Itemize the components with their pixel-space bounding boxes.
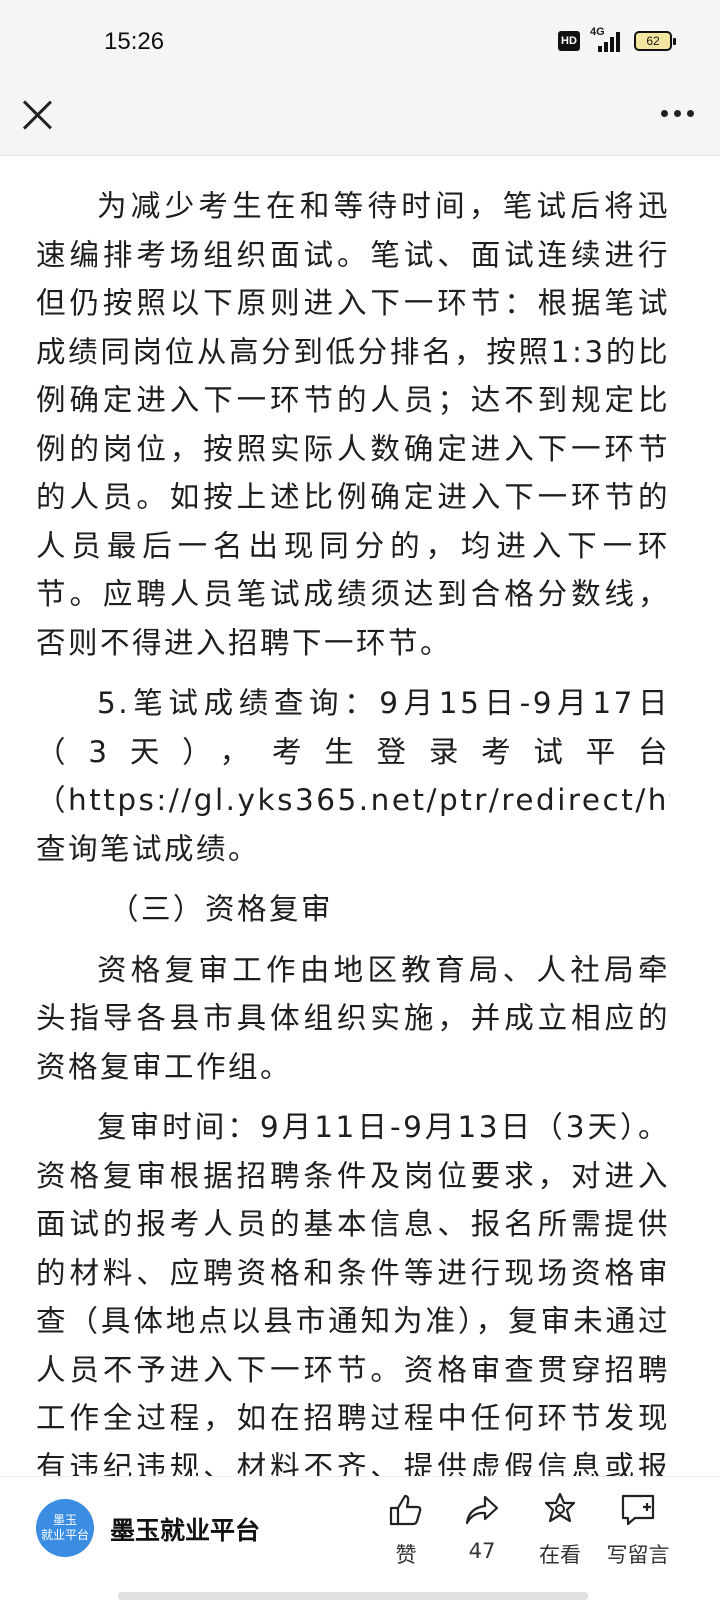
article-paragraph: 5.笔试成绩查询：9月15日-9月17日（3天），考生登录考试平台（https:… [36,686,670,866]
article-paragraph: 为减少考生在和等待时间，笔试后将迅速编排考场组织面试。笔试、面试连续进行但仍按照… [36,189,670,660]
network-type-label: 4G [590,26,605,38]
account-name[interactable]: 墨玉就业平台 [110,1511,260,1547]
close-icon[interactable] [20,98,54,132]
battery-level: 62 [646,34,660,48]
article-body: 为减少考生在和等待时间，笔试后将迅速编排考场组织面试。笔试、面试连续进行但仍按照… [36,130,670,1476]
account-logo-text: 就业平台 [40,1528,89,1542]
section-heading: （三）资格复审 [109,892,334,926]
share-count: 47 [468,1539,496,1563]
status-time: 15:26 [104,28,165,55]
like-label: 赞 [395,1543,417,1567]
nav-bar [0,90,720,156]
share-icon [465,1495,499,1525]
share-button[interactable]: 47 [442,1491,522,1563]
article-paragraph: 资格复审工作由地区教育局、人社局牵头指导各县市具体组织实施，并成立相应的资格复审… [36,952,670,1084]
watching-label: 在看 [539,1543,581,1567]
account-logo-text: 墨玉 [52,1513,77,1527]
more-icon[interactable] [661,110,694,117]
article-paragraph: 复审时间：9月11日-9月13日（3天）。资格复审根据招聘条件及岗位要求，对进入… [36,1110,670,1476]
like-button[interactable]: 赞 [366,1491,446,1569]
status-bar: 15:26 HD 4G 62 [0,0,720,90]
status-icons: HD 4G 62 [558,26,676,52]
hd-icon: HD [558,31,580,51]
watching-icon [544,1492,576,1523]
home-indicator [118,1592,588,1600]
comment-label: 写留言 [606,1543,670,1567]
comment-icon [621,1494,655,1526]
watching-button[interactable]: 在看 [520,1491,600,1569]
battery-icon: 62 [634,31,676,51]
bottom-action-bar: 墨玉 就业平台 墨玉就业平台 赞 47 在看 写留言 [0,1476,720,1600]
account-avatar[interactable]: 墨玉 就业平台 [36,1499,94,1557]
signal-icon: 4G [590,26,624,52]
like-icon [389,1494,422,1526]
comment-button[interactable]: 写留言 [598,1491,678,1569]
